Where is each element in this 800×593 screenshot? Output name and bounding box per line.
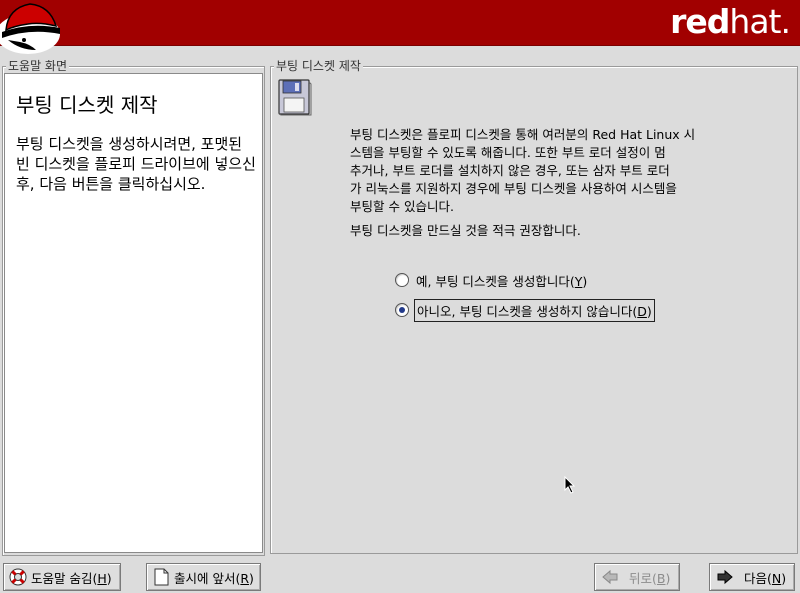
lifebuoy-icon — [9, 568, 27, 586]
hide-help-label: 도움말 숨김(H) — [31, 570, 112, 586]
release-notes-label: 출시에 앞서(R) — [174, 570, 254, 586]
description-line: 가 리눅스를 지원하지 경우에 부팅 디스켓을 사용하여 시스템을 — [350, 181, 677, 196]
help-body: 부팅 디스켓을 생성하시려면, 포맷된 빈 디스켓을 플로피 드라이브에 넣으신… — [16, 135, 256, 193]
description-line: 부팅할 수 있습니다. — [350, 199, 454, 214]
release-notes-button[interactable]: 출시에 앞서(R) — [146, 563, 261, 591]
redhat-wordmark: redhat. — [670, 2, 791, 41]
back-label: 뒤로(B) — [629, 570, 671, 586]
description-line: 스템을 부팅할 수 있도록 해줍니다. 또한 부트 로더 설정이 멈 — [350, 145, 666, 160]
description-line: 부팅 디스켓은 플로피 디스켓을 통해 여러분의 Red Hat Linux 시 — [350, 127, 696, 142]
radio-skip-bootdisk[interactable]: 아니오, 부팅 디스켓을 생성하지 않습니다(D) — [393, 298, 655, 322]
main-frame-label: 부팅 디스켓 제작 — [274, 59, 363, 73]
header-banner: redhat. — [0, 0, 800, 54]
radio-label-no: 아니오, 부팅 디스켓을 생성하지 않습니다(D) — [414, 298, 655, 322]
mouse-pointer-icon — [564, 476, 576, 494]
arrow-right-icon — [717, 569, 733, 585]
next-button[interactable]: 다음(N) — [709, 563, 795, 591]
description-text: 부팅 디스켓은 플로피 디스켓을 통해 여러분의 Red Hat Linux 시… — [350, 126, 730, 216]
radio-button-no[interactable] — [395, 303, 409, 317]
next-label: 다음(N) — [744, 570, 787, 586]
arrow-left-icon — [602, 569, 618, 585]
radio-button-yes[interactable] — [395, 273, 409, 287]
document-icon — [154, 568, 169, 586]
radio-label-yes: 예, 부팅 디스켓을 생성합니다(Y) — [416, 273, 588, 289]
recommendation-text: 부팅 디스켓을 만드실 것을 적극 권장합니다. — [350, 223, 581, 238]
floppy-disk-icon — [278, 79, 312, 116]
help-pane[interactable]: 부팅 디스켓 제작 부팅 디스켓을 생성하시려면, 포맷된 빈 디스켓을 플로피… — [4, 73, 263, 553]
help-title: 부팅 디스켓 제작 — [16, 93, 158, 117]
shadowman-logo-icon — [0, 3, 60, 54]
radio-create-bootdisk[interactable]: 예, 부팅 디스켓을 생성합니다(Y) — [393, 269, 589, 291]
description-line: 추거나, 부트 로더를 설치하지 않은 경우, 또는 삼자 부트 로더 — [350, 163, 670, 178]
back-button[interactable]: 뒤로(B) — [594, 563, 680, 591]
hide-help-button[interactable]: 도움말 숨김(H) — [3, 563, 121, 591]
help-frame-label: 도움말 화면 — [6, 59, 70, 73]
